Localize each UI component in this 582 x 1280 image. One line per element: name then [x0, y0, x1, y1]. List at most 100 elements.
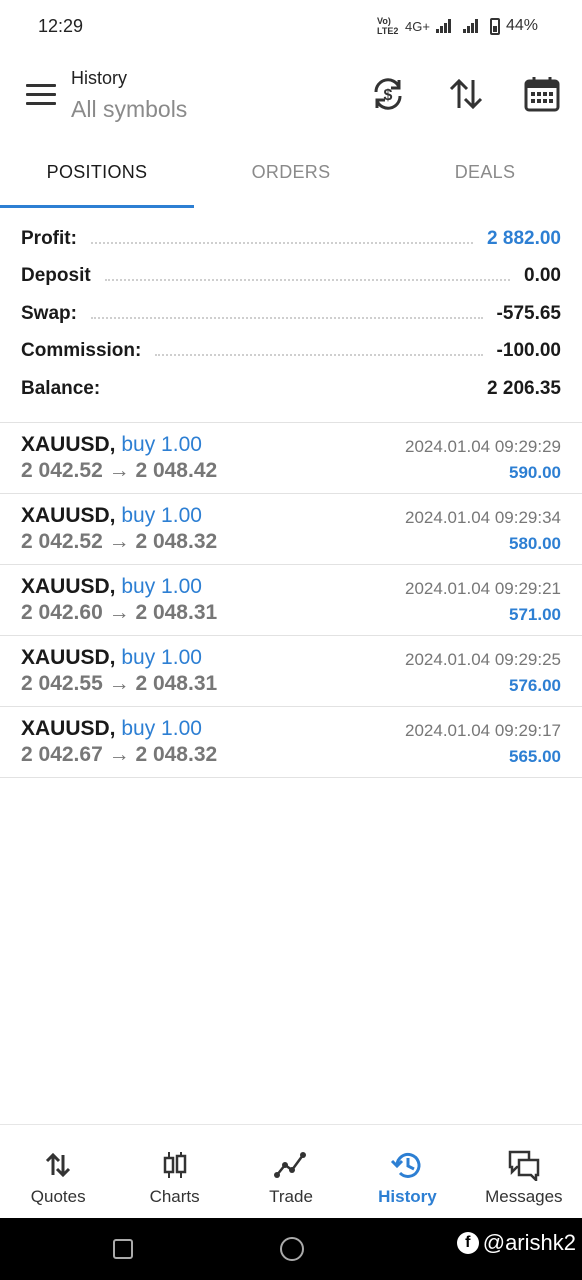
currency-exchange-icon[interactable]: $: [368, 74, 408, 114]
deal-symbol: XAUUSD,: [21, 504, 116, 527]
deal-symbol-line: XAUUSD, buy 1.00: [21, 575, 202, 599]
deal-time: 2024.01.04 09:29:29: [405, 437, 561, 456]
nav-charts[interactable]: Charts: [116, 1125, 232, 1218]
summary-row-deposit: Deposit 0.00: [0, 258, 582, 296]
deal-type: buy 1.00: [121, 504, 202, 527]
nav-trade[interactable]: Trade: [233, 1125, 349, 1218]
balance-value: 2 206.35: [487, 377, 561, 399]
list-item[interactable]: XAUUSD, buy 1.00 2 042.60 → 2 048.31 202…: [0, 565, 582, 636]
deal-prices: 2 042.55 → 2 048.31: [21, 672, 217, 696]
quotes-icon: [46, 1152, 71, 1178]
facebook-icon: f: [456, 1232, 479, 1254]
close-price: 2 048.31: [135, 672, 218, 695]
summary-row-profit: Profit: 2 882.00: [0, 220, 582, 258]
bottom-nav: Quotes Charts Trade History Messages: [0, 1124, 582, 1218]
list-item[interactable]: XAUUSD, buy 1.00 2 042.67 → 2 048.32 202…: [0, 707, 582, 778]
deal-time: 2024.01.04 09:29:17: [405, 721, 561, 740]
nav-label: Trade: [269, 1187, 313, 1206]
trade-icon: [274, 1152, 307, 1178]
arrow-icon: →: [108, 743, 130, 766]
open-price: 2 042.60: [21, 601, 103, 624]
svg-text:$: $: [384, 87, 393, 104]
nav-quotes[interactable]: Quotes: [0, 1125, 116, 1218]
deal-symbol-line: XAUUSD, buy 1.00: [21, 433, 202, 457]
arrow-icon: →: [108, 530, 130, 553]
dotted-leader: [90, 316, 483, 319]
history-tabs: POSITIONS ORDERS DEALS: [0, 144, 582, 208]
close-price: 2 048.32: [135, 530, 218, 553]
history-icon: [391, 1152, 421, 1178]
open-price: 2 042.55: [21, 672, 103, 695]
home-button[interactable]: [280, 1237, 304, 1261]
nav-label: Charts: [149, 1187, 200, 1206]
system-nav-bar: f @arishk2: [0, 1218, 582, 1280]
tab-orders[interactable]: ORDERS: [194, 144, 388, 208]
summary-row-swap: Swap: -575.65: [0, 295, 582, 333]
messages-icon: [508, 1150, 540, 1181]
deal-time: 2024.01.04 09:29:21: [405, 579, 561, 598]
commission-label: Commission:: [21, 340, 142, 362]
commission-value: -100.00: [496, 340, 561, 362]
deal-prices: 2 042.52 → 2 048.42: [21, 459, 217, 483]
summary-row-commission: Commission: -100.00: [0, 333, 582, 371]
nav-label: Quotes: [30, 1187, 86, 1206]
nav-history[interactable]: History: [349, 1125, 465, 1218]
deal-symbol: XAUUSD,: [21, 646, 116, 669]
deal-profit: 571.00: [509, 605, 561, 624]
positions-list: XAUUSD, buy 1.00 2 042.52 → 2 048.42 202…: [0, 423, 582, 778]
deal-prices: 2 042.60 → 2 048.31: [21, 601, 217, 625]
deal-type: buy 1.00: [121, 646, 202, 669]
arrow-icon: →: [108, 672, 130, 695]
deal-symbol: XAUUSD,: [21, 575, 116, 598]
menu-icon[interactable]: [26, 84, 56, 108]
tab-positions[interactable]: POSITIONS: [0, 144, 194, 208]
status-bar: 12:29 Vo) LTE2 4G+ 44%: [0, 0, 582, 54]
app-header: History All symbols $: [0, 54, 582, 144]
summary-row-balance: Balance: 2 206.35: [0, 370, 582, 408]
nav-label: Messages: [485, 1187, 563, 1206]
deal-symbol: XAUUSD,: [21, 433, 116, 456]
status-icons: Vo) LTE2 4G+ 44%: [377, 16, 538, 36]
deal-prices: 2 042.67 → 2 048.32: [21, 743, 217, 767]
dotted-leader: [155, 354, 483, 357]
deal-time: 2024.01.04 09:29:34: [405, 508, 561, 527]
arrow-icon: →: [108, 601, 130, 624]
status-time: 12:29: [38, 16, 84, 36]
page-title: History: [71, 68, 128, 88]
deal-type: buy 1.00: [121, 433, 202, 456]
swap-label: Swap:: [21, 302, 77, 324]
tab-deals[interactable]: DEALS: [388, 144, 582, 208]
watermark: f @arishk2: [456, 1230, 576, 1256]
watermark-handle: @arishk2: [482, 1230, 576, 1255]
deal-symbol: XAUUSD,: [21, 717, 116, 740]
dotted-leader: [90, 241, 474, 244]
list-item[interactable]: XAUUSD, buy 1.00 2 042.55 → 2 048.31 202…: [0, 636, 582, 707]
symbol-filter[interactable]: All symbols: [71, 96, 187, 123]
deal-profit: 580.00: [509, 534, 561, 553]
volte-indicator: Vo) LTE2: [377, 16, 399, 36]
recent-apps-button[interactable]: [113, 1239, 133, 1259]
close-price: 2 048.32: [135, 743, 218, 766]
deal-type: buy 1.00: [121, 717, 202, 740]
deposit-value: 0.00: [524, 265, 561, 287]
balance-label: Balance:: [21, 377, 101, 399]
battery-percent: 44%: [505, 17, 538, 34]
profit-label: Profit:: [21, 227, 77, 249]
deal-symbol-line: XAUUSD, buy 1.00: [21, 717, 202, 741]
charts-icon: [163, 1152, 186, 1178]
deal-symbol-line: XAUUSD, buy 1.00: [21, 504, 202, 528]
dotted-leader: [114, 392, 473, 394]
open-price: 2 042.52: [21, 530, 103, 553]
nav-messages[interactable]: Messages: [466, 1125, 582, 1218]
deal-profit: 576.00: [509, 676, 561, 695]
list-item[interactable]: XAUUSD, buy 1.00 2 042.52 → 2 048.42 202…: [0, 423, 582, 494]
list-item[interactable]: XAUUSD, buy 1.00 2 042.52 → 2 048.32 202…: [0, 494, 582, 565]
battery-icon: [489, 17, 500, 35]
profit-value: 2 882.00: [487, 227, 561, 249]
network-type: 4G+: [405, 18, 430, 34]
nav-label: History: [378, 1187, 437, 1206]
sort-icon[interactable]: [446, 74, 486, 114]
calendar-icon[interactable]: [522, 74, 562, 114]
signal-icon-2: [462, 19, 478, 33]
close-price: 2 048.42: [135, 459, 218, 482]
